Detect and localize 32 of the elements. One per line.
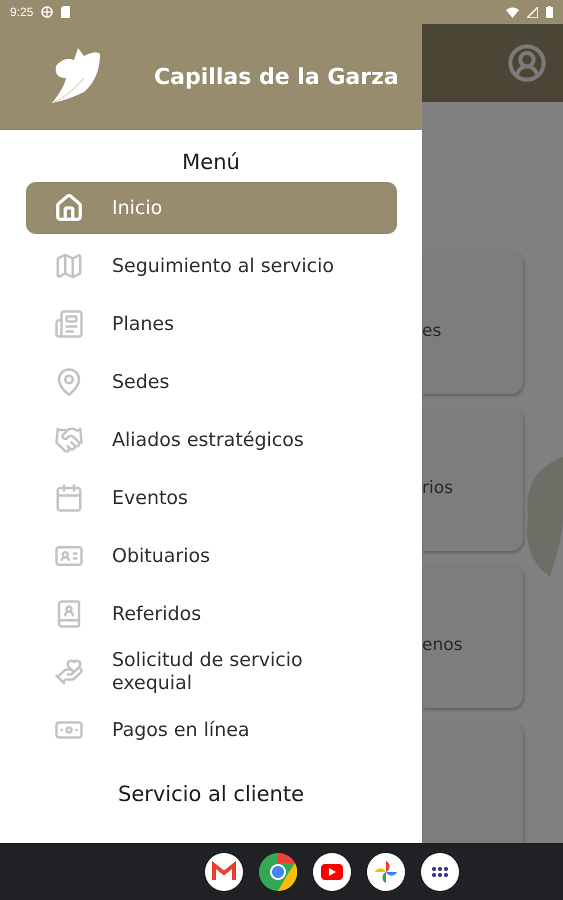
menu-item[interactable]: Obituarios (26, 530, 397, 582)
globe-icon (41, 6, 54, 18)
pinwheel-icon[interactable] (366, 852, 404, 890)
menu-item[interactable]: Pagos en línea (26, 704, 397, 756)
menu-item[interactable]: Planes (26, 298, 397, 350)
menu-item[interactable]: Sedes (26, 356, 397, 408)
menu-item[interactable]: Seguimiento al servicio (26, 240, 397, 292)
menu-item[interactable]: Solicitud de servicio exequial (26, 646, 397, 698)
wifi-icon (506, 6, 519, 18)
hand-heart-icon (54, 657, 84, 687)
browser-icon[interactable] (258, 852, 296, 890)
home-card: rios (422, 407, 523, 551)
map-icon (54, 251, 84, 281)
newspaper-icon (54, 309, 84, 339)
menu-item[interactable]: Aliados estratégicos (26, 414, 397, 466)
play-icon[interactable] (312, 852, 350, 890)
section-heading: Servicio al cliente (116, 781, 306, 806)
mail-icon[interactable] (204, 852, 242, 890)
home-card: es (422, 250, 523, 394)
apps-icon[interactable] (420, 852, 458, 890)
signal-icon (527, 6, 538, 18)
calendar-icon (54, 483, 84, 513)
menu-item[interactable]: Referidos (26, 588, 397, 640)
handshake-icon (54, 425, 84, 455)
app-title: Capillas de la Garza (154, 64, 399, 90)
menu-item[interactable]: Eventos (26, 472, 397, 524)
status-time: 9:25 (10, 5, 34, 19)
battery-icon (546, 6, 553, 18)
home-card: enos (422, 564, 523, 708)
sd-card-icon (61, 6, 70, 18)
house-icon (54, 193, 84, 223)
menu-heading: Menú (181, 149, 241, 176)
